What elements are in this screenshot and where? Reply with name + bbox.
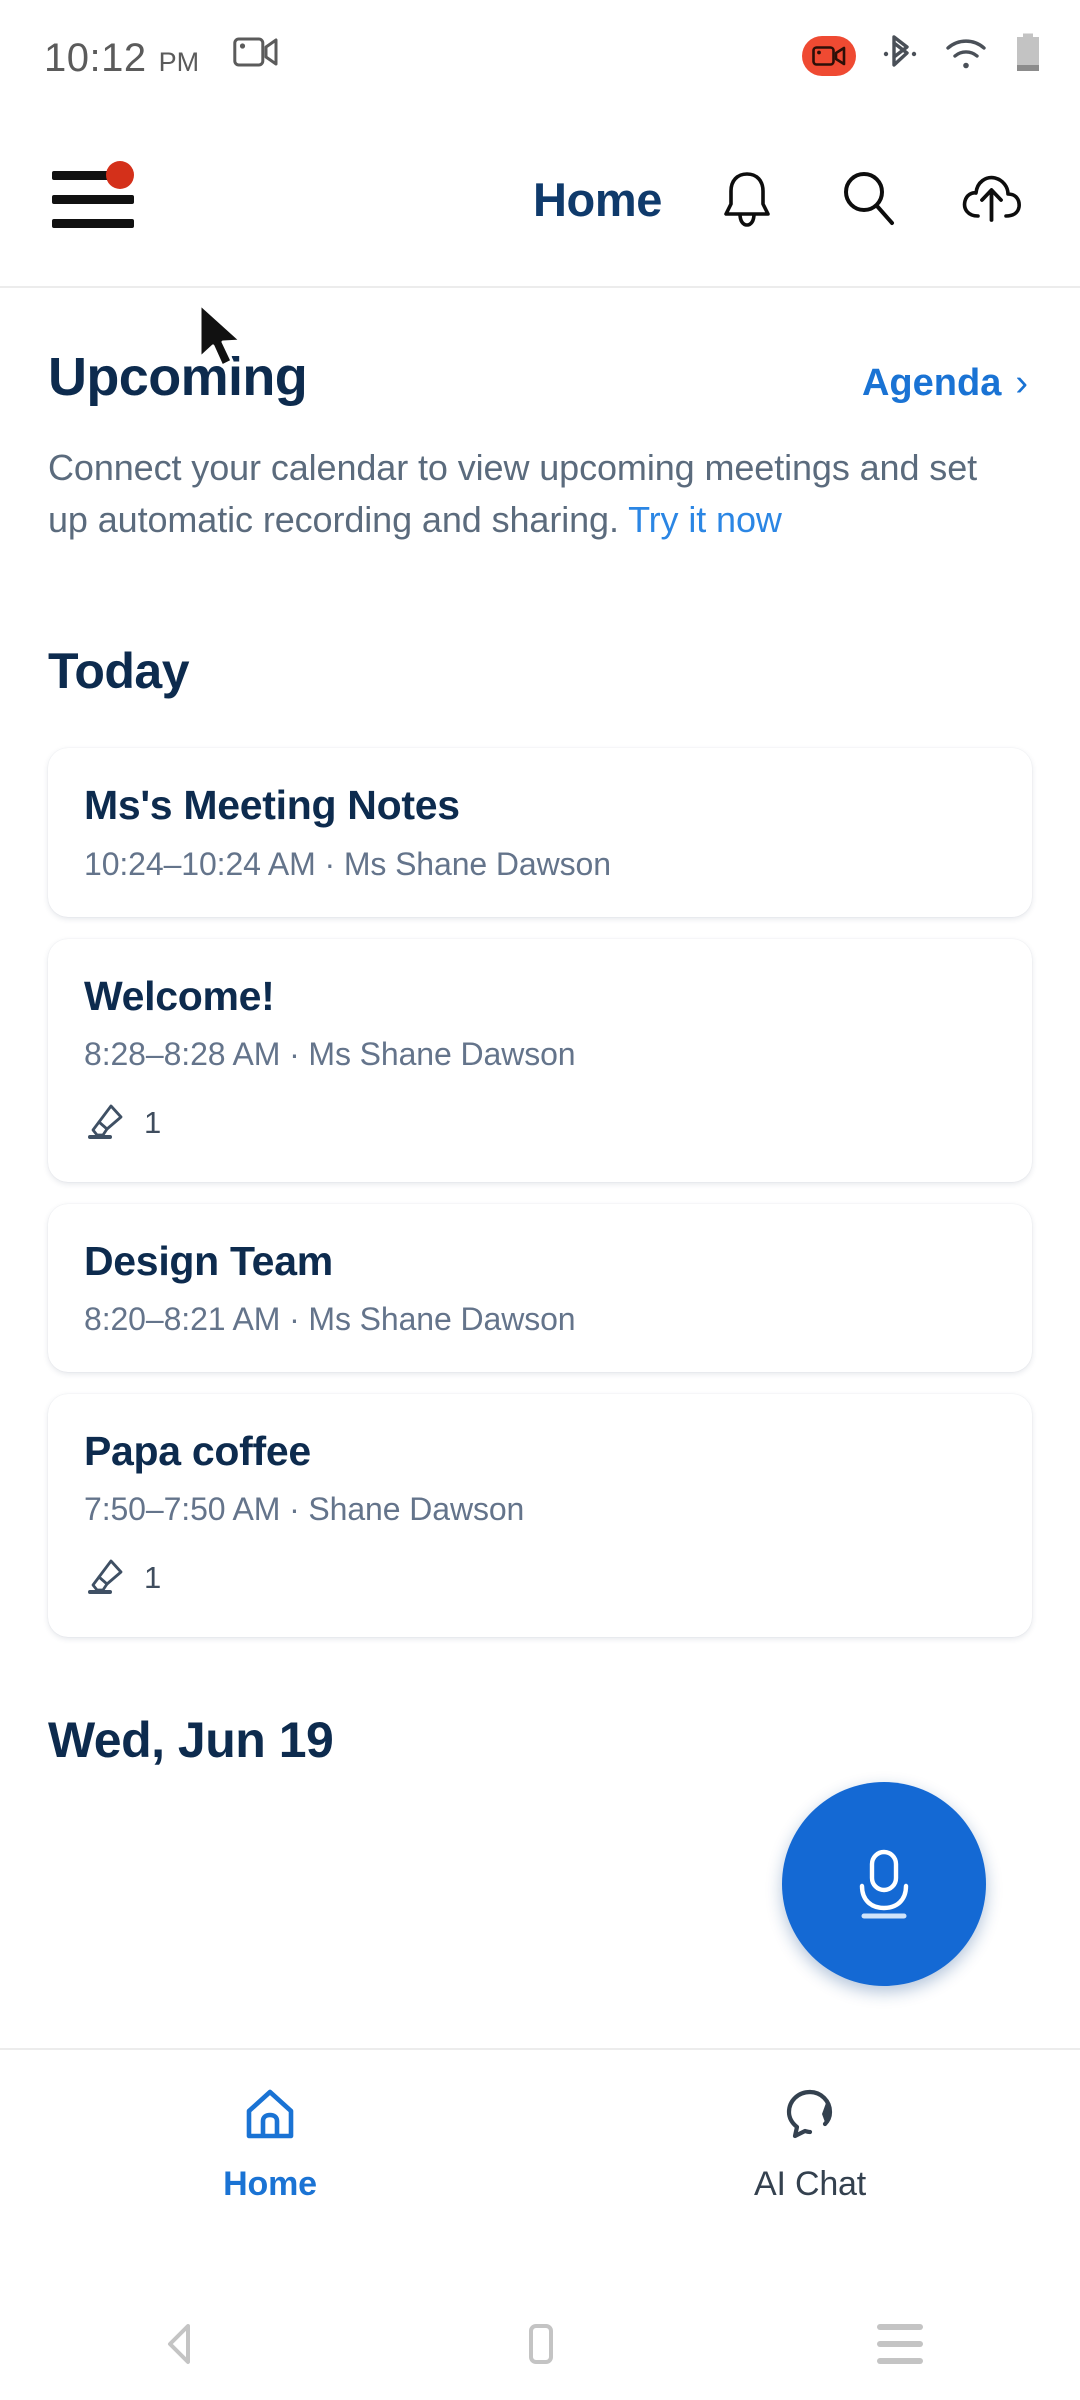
highlighter-icon xyxy=(84,1554,128,1603)
record-fab-button[interactable] xyxy=(782,1782,986,1986)
highlight-count: 1 xyxy=(144,1105,162,1141)
home-icon xyxy=(239,2084,301,2151)
screen-recording-badge-icon xyxy=(802,36,856,76)
search-icon[interactable] xyxy=(832,162,906,236)
highlight-count: 1 xyxy=(144,1560,162,1596)
meeting-card[interactable]: Papa coffee 7:50–7:50 AM · Shane Dawson … xyxy=(48,1393,1032,1637)
menu-notification-badge xyxy=(106,161,134,189)
hamburger-bar xyxy=(52,170,110,180)
meeting-subtitle: 8:20–8:21 AM · Ms Shane Dawson xyxy=(84,1300,576,1337)
page-title: Home xyxy=(533,172,662,226)
wifi-icon xyxy=(944,36,988,77)
upcoming-section-header: Upcoming Agenda › xyxy=(0,290,1080,408)
nav-label-ai-chat: AI Chat xyxy=(754,2165,866,2203)
meeting-highlight-meta: 1 xyxy=(84,1554,992,1603)
meeting-title: Papa coffee xyxy=(84,1427,311,1474)
meeting-subtitle: 10:24–10:24 AM · Ms Shane Dawson xyxy=(84,845,611,882)
main-content: Upcoming Agenda › Connect your calendar … xyxy=(0,290,1080,2048)
app-header: Home xyxy=(0,112,1080,288)
recents-line xyxy=(876,2358,923,2364)
meeting-subtitle: 8:28–8:28 AM · Ms Shane Dawson xyxy=(84,1035,576,1072)
agenda-link-label: Agenda xyxy=(861,362,1002,404)
upcoming-description-text: Connect your calendar to view upcoming m… xyxy=(48,447,978,541)
meeting-card[interactable]: Ms's Meeting Notes 10:24–10:24 AM · Ms S… xyxy=(48,748,1032,917)
cloud-upload-icon[interactable] xyxy=(954,162,1028,236)
nav-item-ai-chat[interactable]: AI Chat xyxy=(540,2084,1080,2204)
nav-label-home: Home xyxy=(223,2165,317,2203)
meeting-card[interactable]: Welcome! 8:28–8:28 AM · Ms Shane Dawson … xyxy=(48,938,1032,1182)
status-bar-clock: 10:12 xyxy=(44,35,147,80)
status-bar-ampm: PM xyxy=(158,46,200,77)
battery-icon xyxy=(1014,32,1042,81)
status-bar-right xyxy=(802,32,1042,81)
header-actions: Home xyxy=(533,162,1080,236)
highlighter-icon xyxy=(84,1099,128,1148)
agenda-link[interactable]: Agenda › xyxy=(862,362,1028,405)
meeting-title: Ms's Meeting Notes xyxy=(84,782,460,829)
meeting-title: Design Team xyxy=(84,1237,333,1284)
nav-item-home[interactable]: Home xyxy=(0,2084,540,2204)
upcoming-description: Connect your calendar to view upcoming m… xyxy=(0,408,1080,546)
meeting-title: Welcome! xyxy=(84,972,275,1019)
recents-line xyxy=(876,2324,923,2330)
status-bar: 10:12 PM xyxy=(0,0,1080,112)
chevron-right-icon: › xyxy=(1015,362,1028,404)
microphone-icon xyxy=(859,1849,909,1919)
today-heading: Today xyxy=(48,643,190,700)
bluetooth-icon xyxy=(882,33,918,80)
home-square-icon xyxy=(528,2324,553,2364)
status-bar-left: 10:12 PM xyxy=(44,35,279,78)
android-system-nav xyxy=(0,2288,1080,2400)
system-back-button[interactable] xyxy=(0,2318,360,2370)
system-recents-button[interactable] xyxy=(720,2324,1080,2364)
meeting-card-list: Ms's Meeting Notes 10:24–10:24 AM · Ms S… xyxy=(0,700,1080,1637)
bottom-navigation-bar: Home AI Chat xyxy=(0,2048,1080,2288)
hamburger-bar xyxy=(52,218,134,228)
next-date-heading: Wed, Jun 19 xyxy=(48,1711,334,1768)
screen-record-icon xyxy=(233,35,279,78)
upcoming-title: Upcoming xyxy=(48,347,308,407)
try-it-now-link[interactable]: Try it now xyxy=(628,499,782,540)
recents-lines-icon xyxy=(876,2324,923,2364)
back-triangle-icon xyxy=(167,2324,190,2364)
recents-line xyxy=(876,2341,923,2347)
ai-chat-bubble-icon xyxy=(779,2084,841,2151)
meeting-card[interactable]: Design Team 8:20–8:21 AM · Ms Shane Daws… xyxy=(48,1203,1032,1372)
hamburger-menu-icon[interactable] xyxy=(52,161,134,235)
bell-icon[interactable] xyxy=(710,162,784,236)
meeting-subtitle: 7:50–7:50 AM · Shane Dawson xyxy=(84,1490,525,1527)
hamburger-bar xyxy=(52,194,134,204)
system-home-button[interactable] xyxy=(360,2318,720,2370)
meeting-highlight-meta: 1 xyxy=(84,1099,992,1148)
